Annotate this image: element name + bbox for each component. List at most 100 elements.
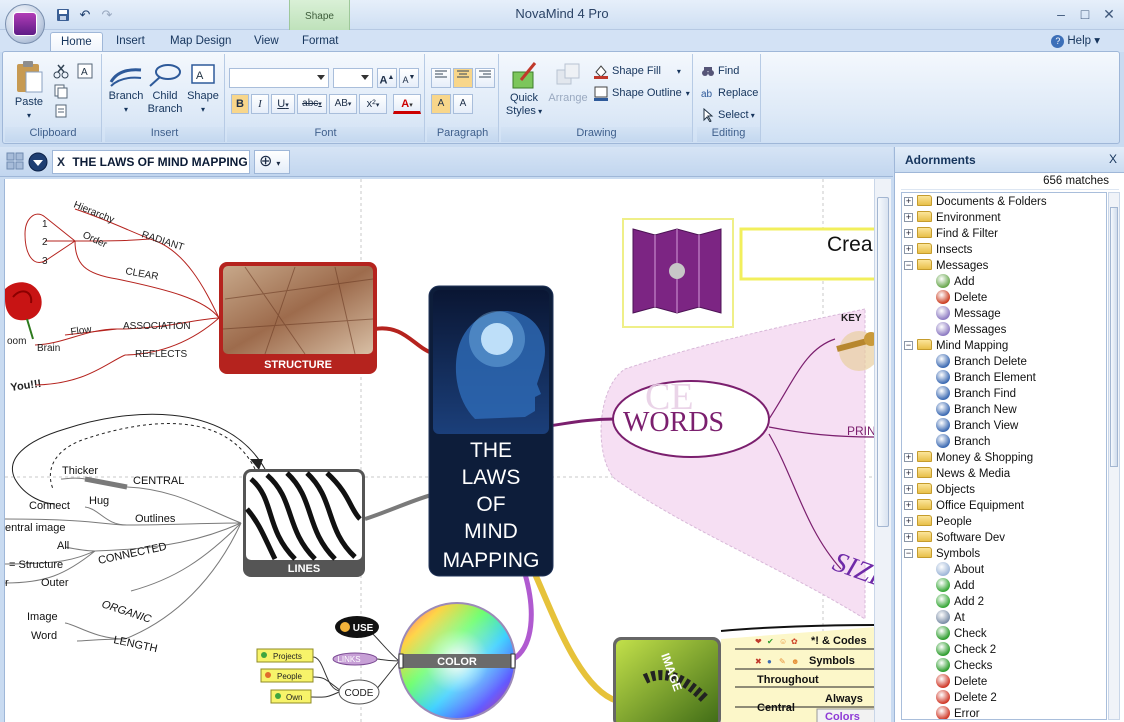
expand-icon[interactable]: + [904,469,913,478]
select-button[interactable]: Select ▾ [701,106,755,124]
collapse-icon[interactable]: − [904,549,913,558]
tree-item[interactable]: Branch [936,434,990,450]
add-tab-button[interactable]: ⊕ ▾ [254,150,290,174]
use-node[interactable]: USE [335,616,379,638]
find-button[interactable]: Find [701,62,739,80]
redo-icon[interactable]: ↷ [98,6,116,24]
tree-item[interactable]: Delete [936,290,987,306]
shrink-font-button[interactable]: A▼ [399,68,419,88]
color-node[interactable]: COLOR [398,602,516,720]
tab-home[interactable]: Home [50,32,103,52]
tree-folder[interactable]: + People [904,514,972,530]
tab-insert[interactable]: Insert [106,32,155,52]
central-node[interactable]: THE LAWS OF MIND MAPPING [428,285,554,577]
minimize-button[interactable]: – [1050,4,1072,24]
tree-folder[interactable]: + Office Equipment [904,498,1024,514]
font-family-select[interactable] [229,68,329,88]
save-icon[interactable] [54,6,72,24]
tab-format[interactable]: Format [292,32,348,52]
image-node[interactable]: IMAGE [613,637,721,722]
align-right-button[interactable] [475,68,495,88]
paste-button[interactable]: Paste ▾ [11,60,47,122]
tree-folder[interactable]: + News & Media [904,466,1010,482]
lines-node[interactable]: LINES [243,469,365,577]
text-rotate-button[interactable]: A [453,94,473,114]
font-color-button[interactable]: A▾ [393,94,421,114]
own-tag[interactable]: Own [270,689,312,704]
expand-icon[interactable]: + [904,213,913,222]
expand-icon[interactable]: + [904,453,913,462]
people-tag[interactable]: People [260,668,314,683]
copy-format-button[interactable] [53,102,72,120]
tree-item[interactable]: Branch Find [936,386,1016,402]
bold-button[interactable]: B [231,94,249,114]
undo-icon[interactable]: ↶ [76,6,94,24]
links-node[interactable]: LINKS [332,652,378,666]
align-left-button[interactable] [431,68,451,88]
arrange-button[interactable]: Arrange [545,60,591,105]
expand-icon[interactable]: + [904,245,913,254]
map-thumbnail-image[interactable] [622,218,734,328]
copy-button[interactable] [53,82,72,100]
code-node[interactable]: CODE [338,679,380,705]
projects-tag[interactable]: Projects [256,648,314,663]
underline-button[interactable]: U▾ [271,94,295,114]
canvas-vertical-scrollbar[interactable] [874,179,891,722]
tree-item[interactable]: At [936,610,965,626]
tree-item[interactable]: Checks [936,658,992,674]
expand-icon[interactable]: + [904,197,913,206]
tree-folder[interactable]: − Messages [904,258,988,274]
character-spacing-button[interactable]: AB▾ [329,94,357,114]
structure-node[interactable]: STRUCTURE [219,262,377,374]
text-format-button[interactable]: A [77,62,96,80]
collapse-icon[interactable]: − [904,261,913,270]
close-window-button[interactable]: ✕ [1098,4,1120,24]
tab-view[interactable]: View [244,32,289,52]
expand-icon[interactable]: + [904,501,913,510]
tree-item[interactable]: Delete [936,674,987,690]
document-menu-icon[interactable] [28,152,48,172]
grid-view-icon[interactable] [6,152,26,172]
tree-item[interactable]: Add 2 [936,594,984,610]
tree-item[interactable]: Check [936,626,987,642]
tree-folder[interactable]: + Objects [904,482,975,498]
close-panel-button[interactable]: X [1109,152,1117,166]
child-branch-button[interactable]: Child Branch [145,62,185,116]
superscript-button[interactable]: x²▾ [359,94,387,114]
tree-folder[interactable]: − Mind Mapping [904,338,1008,354]
tree-folder[interactable]: + Find & Filter [904,226,998,242]
expand-icon[interactable]: + [904,229,913,238]
tree-item[interactable]: Branch New [936,402,1017,418]
tab-map-design[interactable]: Map Design [160,32,241,52]
document-tab[interactable]: X THE LAWS OF MIND MAPPING [52,150,250,174]
text-direction-button[interactable]: A [431,94,451,114]
scrollbar-thumb[interactable] [877,197,889,527]
cut-button[interactable] [53,62,72,80]
align-center-button[interactable] [453,68,473,88]
quick-styles-button[interactable]: Quick Styles ▾ [505,60,543,118]
grow-font-button[interactable]: A▲ [377,68,397,88]
tree-item[interactable]: About [936,562,984,578]
shape-fill-button[interactable]: Shape Fill ▾ [593,62,681,80]
tree-item[interactable]: Messages [936,322,1006,338]
tree-item[interactable]: Error [936,706,980,719]
mind-map-canvas[interactable]: Hierarchy Order RADIANT CLEAR ASSOCIATIO… [4,179,874,722]
tree-folder[interactable]: + Documents & Folders [904,194,1047,210]
expand-icon[interactable]: + [904,517,913,526]
tree-item[interactable]: Branch Delete [936,354,1027,370]
font-size-select[interactable] [333,68,373,88]
tree-scrollbar-thumb[interactable] [1110,207,1118,467]
maximize-button[interactable]: □ [1074,4,1096,24]
close-tab-button[interactable]: X [53,151,69,173]
tree-folder[interactable]: + Environment [904,210,1001,226]
tree-scrollbar[interactable] [1108,192,1120,720]
tree-item[interactable]: Branch View [936,418,1018,434]
expand-icon[interactable]: + [904,533,913,542]
create-box[interactable]: Crea [739,227,874,281]
application-menu-button[interactable] [5,4,45,44]
shape-button[interactable]: A Shape ▾ [185,62,221,116]
italic-button[interactable]: I [251,94,269,114]
tree-item[interactable]: Add [936,274,974,290]
tree-item[interactable]: Add [936,578,974,594]
tree-item[interactable]: Message [936,306,1001,322]
